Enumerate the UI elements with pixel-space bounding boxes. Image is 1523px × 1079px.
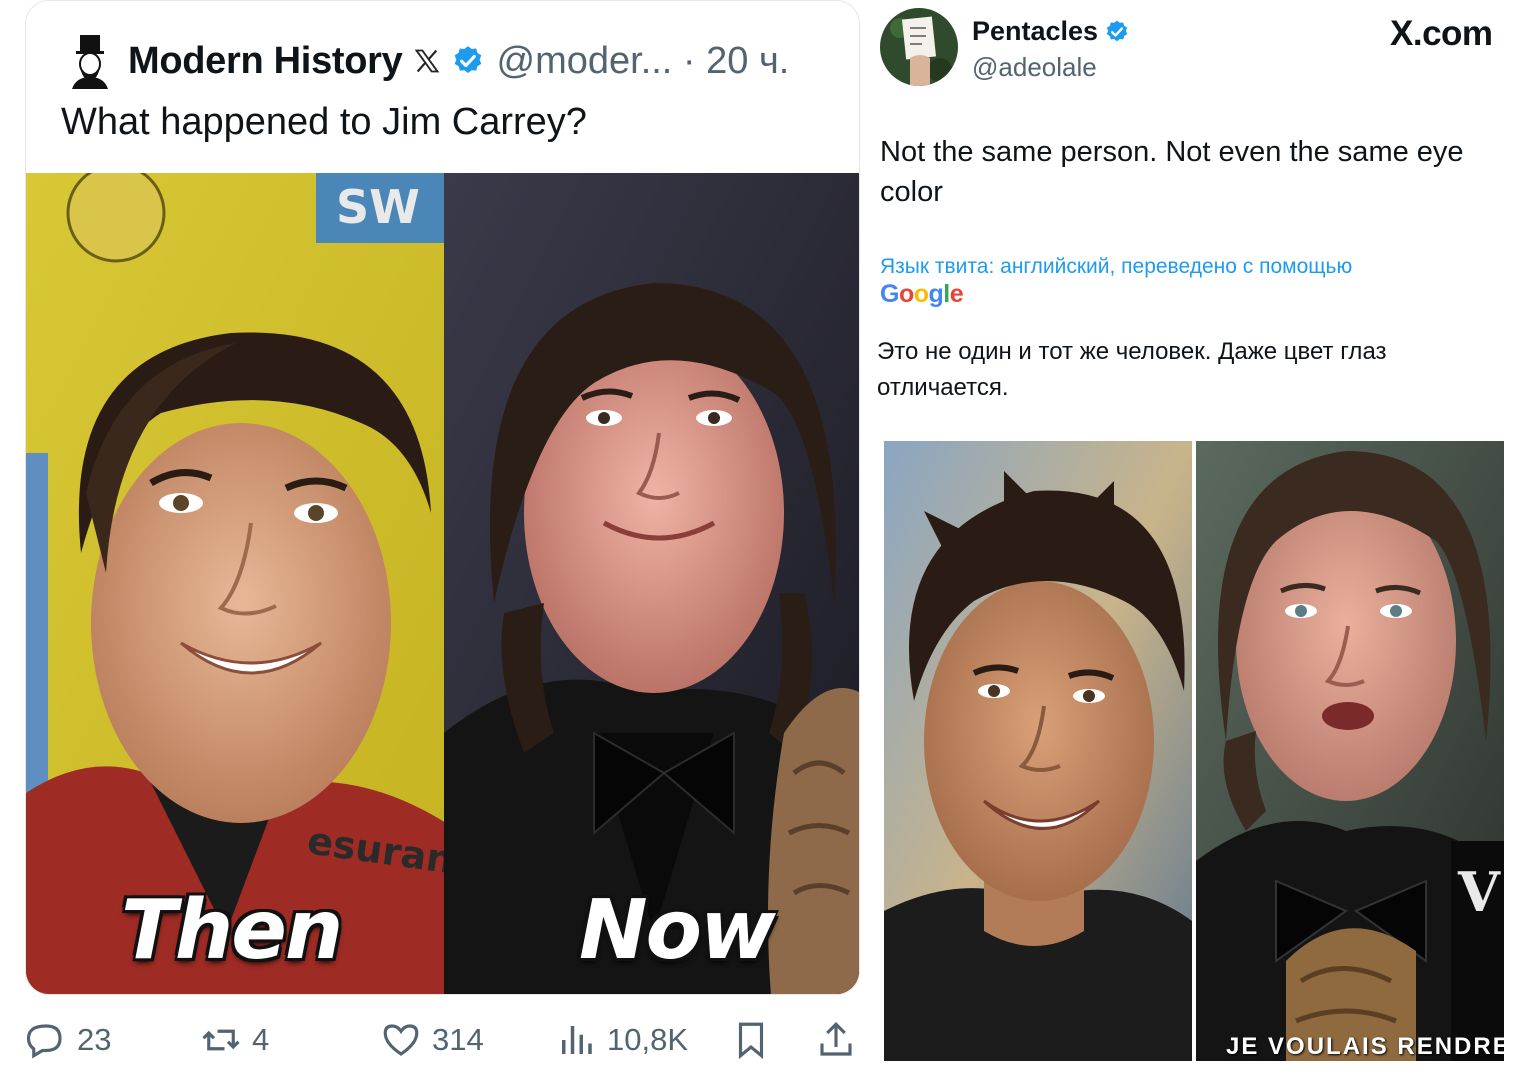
translated-text: Это не один и тот же человек. Даже цвет … (877, 338, 1387, 401)
xcom-watermark: X.com (1390, 14, 1493, 53)
share-icon (820, 1022, 852, 1056)
right-author-name[interactable]: Pentacles (972, 16, 1098, 47)
views-icon (562, 1026, 592, 1054)
views-count: 10,8K (607, 1022, 689, 1057)
left-tweet-media[interactable]: SW esurance Then Now (26, 173, 859, 994)
bookmark-icon (738, 1022, 764, 1060)
left-tweet-header: Modern History @moder... · 20 ч. (66, 31, 789, 91)
left-tweet-text: What happened to Jim Carrey? (61, 101, 587, 143)
caption-then: Then (121, 883, 343, 978)
translation-note[interactable]: Язык твита: английский, переведено с пом… (880, 255, 1352, 279)
retweet-icon (202, 1029, 240, 1051)
share-button[interactable] (815, 1010, 867, 1070)
retweet-button[interactable]: 4 (200, 1010, 269, 1070)
video-caption: JE VOULAIS RENDRE (1226, 1033, 1504, 1060)
right-name-row: Pentacles (972, 16, 1130, 47)
left-tweet-actions: 23 4 314 10,8K (25, 1010, 865, 1070)
right-photo-then[interactable] (884, 441, 1192, 1061)
retweet-count: 4 (252, 1022, 270, 1057)
right-avatar[interactable] (880, 8, 958, 86)
views-button[interactable]: 10,8K (555, 1010, 688, 1070)
x-logo-icon (414, 49, 439, 73)
reply-icon (26, 1024, 62, 1059)
then-photo[interactable]: SW esurance Then (26, 173, 444, 994)
right-tweet-media[interactable]: V JE VOULAIS RENDRE (884, 441, 1504, 1061)
now-photo[interactable]: Now (444, 173, 859, 994)
like-count: 314 (432, 1022, 484, 1057)
svg-text:V: V (1457, 860, 1501, 924)
left-author-handle[interactable]: @moder... · 20 ч. (497, 40, 790, 83)
right-author-handle[interactable]: @adeolale (972, 52, 1097, 83)
reply-button[interactable]: 23 (25, 1010, 111, 1070)
lincoln-avatar-icon[interactable] (66, 33, 114, 89)
svg-text:SW: SW (336, 180, 420, 234)
like-button[interactable]: 314 (380, 1010, 484, 1070)
right-tweet-text: Not the same person. Not even the same e… (880, 136, 1464, 208)
left-tweet-card[interactable]: Modern History @moder... · 20 ч. What ha… (25, 0, 860, 995)
verified-badge-icon (454, 46, 481, 74)
bookmark-button[interactable] (730, 1010, 782, 1070)
right-photo-now[interactable]: V JE VOULAIS RENDRE (1196, 441, 1504, 1061)
reply-count: 23 (77, 1022, 112, 1057)
caption-now: Now (579, 883, 776, 978)
google-logo: Google (880, 280, 964, 308)
left-author-name[interactable]: Modern History (128, 40, 403, 83)
like-icon (383, 1024, 419, 1056)
verified-badge-icon (1106, 20, 1128, 41)
